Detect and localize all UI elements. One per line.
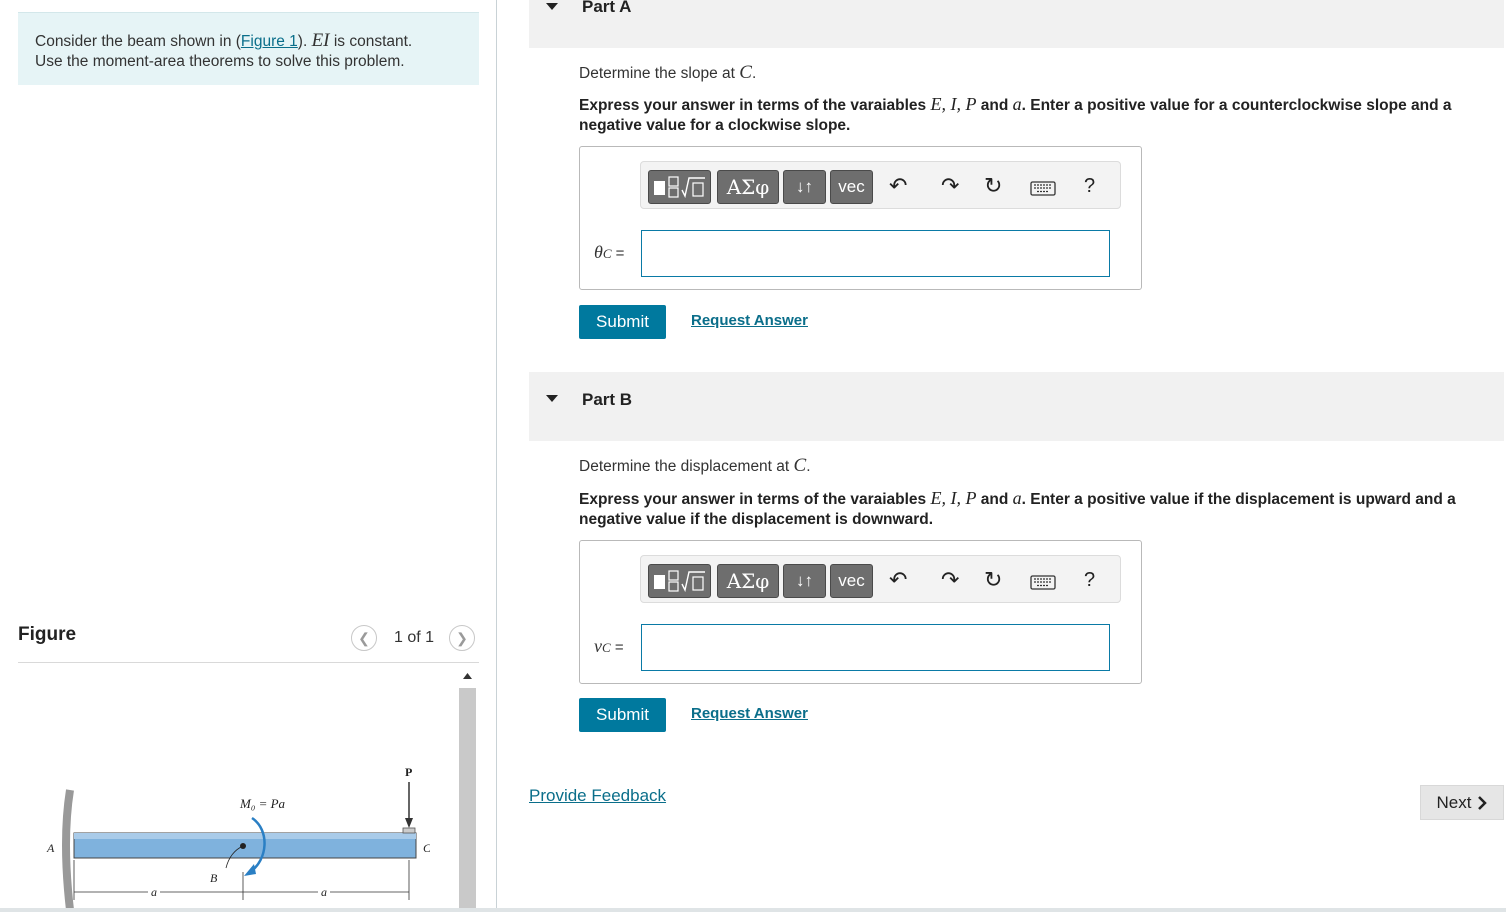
figure-scrollbar[interactable] xyxy=(459,688,476,912)
vector-button[interactable]: vec xyxy=(830,170,873,204)
figure-pager: 1 of 1 xyxy=(394,629,435,646)
keyboard-icon[interactable] xyxy=(1030,575,1056,596)
redo-icon[interactable]: ↷ xyxy=(941,174,959,198)
panel-divider xyxy=(496,0,497,912)
beam-top-face xyxy=(74,833,416,839)
label-a-point: A xyxy=(46,841,55,855)
label-c: C xyxy=(423,841,430,855)
label-p: P xyxy=(405,765,412,779)
scroll-up-icon xyxy=(463,673,472,679)
part-a-prompt-text: Determine the slope at xyxy=(579,65,740,82)
next-figure-button[interactable]: ❯ xyxy=(449,625,475,651)
figure-divider xyxy=(18,662,479,663)
problem-intro: Consider the beam shown in (Figure 1). E… xyxy=(18,12,479,85)
intro-text-3: is constant. xyxy=(329,33,413,50)
vector-button[interactable]: vec xyxy=(830,564,873,598)
help-icon[interactable]: ? xyxy=(1084,174,1095,198)
part-a-answer-box: ΑΣφ ↓↑ vec ↶ ↷ ↻ ? θC = xyxy=(579,146,1142,290)
chevron-right-icon: ❯ xyxy=(456,629,468,646)
part-a-header[interactable]: Part A xyxy=(529,0,1504,48)
v-c-label: vC = xyxy=(594,636,624,656)
part-b-prompt-var: C xyxy=(793,455,807,476)
part-b-request-answer-link[interactable]: Request Answer xyxy=(691,705,808,722)
math-toolbar: ΑΣφ ↓↑ vec ↶ ↷ ↻ ? xyxy=(640,555,1121,603)
undo-icon[interactable]: ↶ xyxy=(889,568,907,592)
templates-button[interactable] xyxy=(648,564,711,598)
bottom-border xyxy=(0,908,1506,912)
scroll-up-button[interactable] xyxy=(459,666,476,686)
part-b-header[interactable]: Part B xyxy=(529,372,1504,441)
templates-icon xyxy=(654,570,705,593)
part-b-answer-box: ΑΣφ ↓↑ vec ↶ ↷ ↻ ? vC = xyxy=(579,540,1142,684)
math-toolbar: ΑΣφ ↓↑ vec ↶ ↷ ↻ ? xyxy=(640,161,1121,209)
load-arrowhead xyxy=(405,818,413,828)
provide-feedback-link[interactable]: Provide Feedback xyxy=(529,786,666,806)
intro-text-1: Consider the beam shown in ( xyxy=(35,33,241,50)
reset-icon[interactable]: ↻ xyxy=(984,174,1002,198)
collapse-triangle-icon xyxy=(546,395,558,402)
part-a-instructions: Express your answer in terms of the vara… xyxy=(579,94,1452,134)
part-a-request-answer-link[interactable]: Request Answer xyxy=(691,312,808,329)
prev-figure-button[interactable]: ❮ xyxy=(351,625,377,651)
intro-line-2: Use the moment-area theorems to solve th… xyxy=(35,53,405,70)
templates-icon xyxy=(654,176,705,199)
chevron-right-icon xyxy=(1478,795,1488,810)
subscript-button[interactable]: ↓↑ xyxy=(783,170,826,204)
part-b-prompt-text: Determine the displacement at xyxy=(579,458,794,475)
undo-icon[interactable]: ↶ xyxy=(889,174,907,198)
part-a-submit-button[interactable]: Submit xyxy=(579,305,666,339)
help-icon[interactable]: ? xyxy=(1084,568,1095,592)
reset-icon[interactable]: ↻ xyxy=(984,568,1002,592)
load-plate xyxy=(402,827,416,834)
next-label: Next xyxy=(1436,792,1472,812)
part-b-title: Part B xyxy=(582,390,633,409)
collapse-triangle-icon xyxy=(546,3,558,10)
label-b: B xyxy=(210,871,218,885)
figure-title: Figure xyxy=(18,624,77,645)
part-b-prompt: Determine the displacement at C. xyxy=(579,455,811,476)
fixed-wall xyxy=(62,789,74,911)
label-moment: M₀ = Pa xyxy=(239,796,286,811)
figure-link[interactable]: Figure 1 xyxy=(241,33,298,50)
ei-symbol: EI xyxy=(311,30,330,51)
keyboard-icon[interactable] xyxy=(1030,181,1056,202)
greek-button[interactable]: ΑΣφ xyxy=(717,564,779,598)
subscript-button[interactable]: ↓↑ xyxy=(783,564,826,598)
part-a-prompt: Determine the slope at C. xyxy=(579,62,757,83)
templates-button[interactable] xyxy=(648,170,711,204)
part-b-instructions: Express your answer in terms of the vara… xyxy=(579,488,1456,528)
part-a-prompt-var: C xyxy=(739,62,752,83)
beam-figure: P M₀ = Pa A B C a a xyxy=(46,765,430,911)
part-b-submit-button[interactable]: Submit xyxy=(579,698,666,732)
greek-button[interactable]: ΑΣφ xyxy=(717,170,779,204)
moment-arrowhead xyxy=(244,864,256,876)
theta-c-label: θC = xyxy=(594,242,625,262)
theta-c-input[interactable] xyxy=(641,230,1110,277)
next-button[interactable]: Next xyxy=(1420,785,1504,820)
v-c-input[interactable] xyxy=(641,624,1110,671)
redo-icon[interactable]: ↷ xyxy=(941,568,959,592)
chevron-left-icon: ❮ xyxy=(358,629,370,646)
part-a-title: Part A xyxy=(582,0,632,16)
intro-text-2: ). xyxy=(297,33,312,50)
label-dim-a2: a xyxy=(321,885,327,899)
label-dim-a1: a xyxy=(151,885,157,899)
